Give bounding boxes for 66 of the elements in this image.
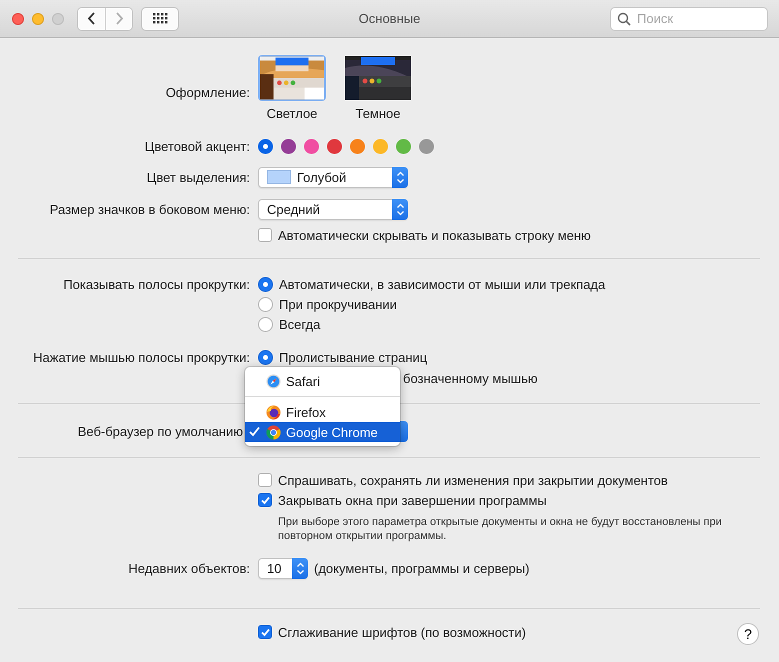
grid-icon [152,13,168,24]
checkmark-icon [249,426,260,437]
stepper-arrows-icon [396,170,404,184]
chevron-right-icon [114,11,124,26]
checkbox-label: Автоматически скрывать и показывать строку меню [278,228,591,242]
back-button[interactable] [78,8,105,30]
checkbox[interactable] [258,228,272,242]
accent-color-swatch[interactable] [258,138,273,154]
search-field[interactable]: Поиск [610,6,768,30]
appearance-caption: Темное [355,106,401,121]
popup-button[interactable]: Голубой [258,166,408,188]
show-all-button[interactable] [141,6,179,30]
radio-label: Всегда [279,316,320,332]
radio-label: При прокручивании [279,296,397,312]
compass-icon [266,374,281,388]
radio-button[interactable] [258,296,273,312]
search-icon [617,12,631,26]
checkbox-label: Закрывать окна при завершении программы [278,492,547,508]
stepper-arrows-icon [396,202,404,216]
accent-color-swatch[interactable] [281,138,296,154]
popup-button[interactable]: 10 [258,558,308,578]
setting-note: (документы, программы и серверы) [314,560,530,576]
help-text: При выборе этого параметра открытые документы и окна не будут восстановлены при повторном открытии программы. [278,515,723,543]
appearance-option[interactable] [344,55,412,101]
setting-label: Размер значков в боковом меню: [50,202,250,216]
close-button[interactable] [12,12,24,24]
setting-label: Оформление: [166,85,250,100]
checkmark-icon [260,627,270,637]
radio-button[interactable] [258,316,273,332]
popup-button[interactable]: Средний [258,198,408,220]
radio-label: бозначенному мышью [403,370,538,386]
menu-item[interactable]: Safari [245,371,400,391]
checkbox-label: Сглаживание шрифтов (по возможности) [278,624,526,640]
setting-label: Нажатие мышью полосы прокрутки: [33,350,250,364]
window-title: Основные [358,11,420,26]
search-input[interactable]: Поиск [635,10,759,27]
accent-color-swatch[interactable] [304,138,319,154]
checkbox[interactable] [258,473,272,487]
radio-label: Пролистывание страниц [279,350,428,364]
setting-label: Цветовой акцент: [144,138,250,154]
setting-label: Веб-браузер по умолчанию [78,424,243,438]
radio-label: Автоматически, в зависимости от мыши или трекпада [279,276,606,292]
accent-color-swatch[interactable] [327,138,342,154]
setting-label: Цвет выделения: [146,170,250,184]
checkmark-icon [260,495,270,505]
accent-color-swatch[interactable] [373,138,388,154]
fox-globe-icon [266,404,281,420]
stepper-arrows-icon [296,562,304,574]
radio-button[interactable] [258,350,273,364]
menu-item[interactable]: Google Chrome [245,422,400,442]
chevron-left-icon [87,11,96,26]
accent-color-swatch[interactable] [419,138,434,154]
browser-logo-icon [266,424,281,440]
checkbox-label: Спрашивать, сохранять ли изменения при закрытии документов [278,472,668,488]
checkbox[interactable] [258,493,272,507]
radio-button[interactable] [258,276,273,292]
checkbox[interactable] [258,625,272,639]
help-button[interactable]: ? [737,623,759,645]
accent-color-swatch[interactable] [350,138,365,154]
setting-label: Показывать полосы прокрутки: [63,276,250,292]
accent-color-swatch[interactable] [396,138,411,154]
appearance-option[interactable] [258,55,326,101]
appearance-caption: Светлое [266,106,318,121]
menu-item[interactable]: Firefox [245,402,400,422]
minimize-button[interactable] [32,12,44,24]
setting-label: Недавних объектов: [128,560,250,576]
